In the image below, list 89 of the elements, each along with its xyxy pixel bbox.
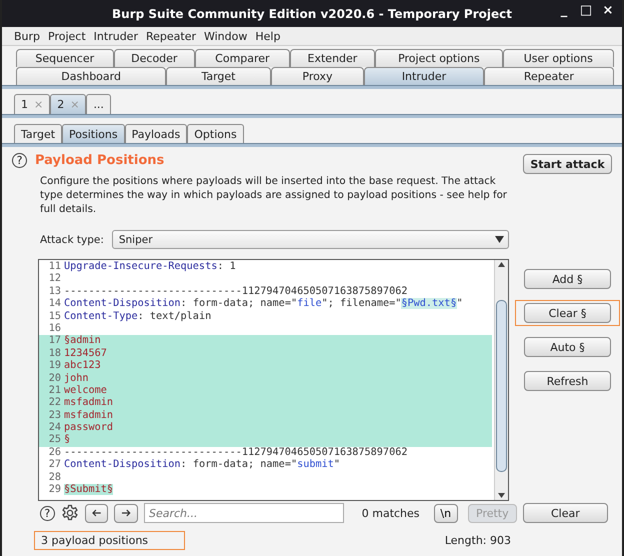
newline-button[interactable]: \n — [434, 504, 458, 522]
position-button[interactable]: Clear § — [524, 303, 611, 323]
line-number: 16 — [48, 322, 62, 336]
request-length: Length: 903 — [444, 534, 511, 547]
sub-tab[interactable]: Options — [187, 124, 244, 143]
tool-tab[interactable]: User options — [502, 49, 614, 67]
maximize-button[interactable]: □ — [576, 3, 596, 18]
line-number: 11 — [48, 261, 62, 273]
line-number: 22 — [48, 397, 62, 410]
minimize-button[interactable]: _ — [554, 3, 574, 18]
tool-tab[interactable]: Decoder — [114, 49, 196, 67]
window-title: Burp Suite Community Edition v2020.6 - Temporary Project — [112, 6, 512, 20]
description: Configure the positions where payloads will be inserted into the base request. The attack type determines the way in which payloads are assigned to payload positions - see help for full details. — [40, 175, 508, 217]
code-line: msfadmin — [64, 397, 114, 410]
line-number: 24 — [48, 422, 62, 434]
scroll-down-icon[interactable] — [495, 490, 508, 500]
position-button[interactable]: Add § — [524, 269, 611, 289]
code-line: § — [64, 434, 70, 447]
position-button[interactable]: Refresh — [524, 371, 611, 391]
code-line: -----------------------------112794704650507163875897062 — [64, 286, 408, 298]
line-number: 28 — [48, 472, 62, 484]
line-number: 18 — [48, 348, 62, 360]
menu-item[interactable]: Help — [255, 30, 280, 42]
request-editor[interactable] — [38, 259, 509, 501]
menu-item[interactable]: Project — [48, 30, 86, 42]
clear-button[interactable]: Clear — [522, 503, 608, 523]
tool-tab[interactable]: Extender — [290, 49, 376, 67]
scroll-up-icon[interactable] — [495, 260, 508, 270]
line-number: 25 — [48, 434, 62, 447]
menu-item[interactable]: Intruder — [94, 30, 138, 42]
menu-item[interactable]: Window — [204, 30, 248, 42]
help-icon[interactable]: ? — [12, 153, 27, 168]
line-number: 27 — [48, 459, 62, 472]
close-button[interactable]: × — [598, 3, 618, 18]
tool-tab[interactable]: Proxy — [270, 67, 364, 85]
code-line: abc123 — [64, 360, 101, 373]
settings-icon[interactable] — [60, 504, 79, 522]
line-number: 21 — [48, 384, 62, 397]
code-line: john — [64, 372, 89, 385]
line-number: 15 — [48, 310, 62, 323]
sub-tab[interactable]: Payloads — [124, 124, 188, 143]
code-line: Upgrade-Insecure-Requests: 1 — [64, 261, 236, 274]
tool-tab[interactable]: Sequencer — [16, 49, 114, 67]
code-line: 1234567 — [64, 348, 107, 360]
menu-item[interactable]: Repeater — [146, 30, 196, 42]
match-count: 0 matches — [362, 506, 420, 520]
code-line: password — [64, 422, 114, 434]
tool-tab[interactable]: Repeater — [484, 67, 614, 85]
code-line: msfadmin — [64, 410, 114, 422]
attack-tab[interactable]: 2 × — [50, 94, 86, 114]
tool-tab[interactable]: Target — [166, 67, 271, 85]
tool-tab[interactable]: Intruder — [364, 67, 484, 85]
payload-count: 3 payload positions — [34, 531, 186, 550]
forward-button[interactable] — [114, 504, 138, 522]
dropdown-arrow-icon — [495, 236, 504, 243]
tool-tab[interactable]: Comparer — [195, 49, 290, 67]
tool-tab[interactable]: Project options — [375, 49, 503, 67]
scrollbar[interactable] — [494, 260, 508, 500]
start-attack-button[interactable]: Start attack — [523, 154, 612, 174]
tool-tab[interactable]: Dashboard — [16, 67, 166, 85]
code-line: Content-Disposition: form-data; name="file"; filename="§Pwd.txt§" — [64, 298, 463, 311]
help-icon[interactable]: ? — [40, 506, 55, 520]
line-number: 12 — [48, 273, 62, 286]
left-arrow-icon — [92, 509, 102, 517]
attack-type-dropdown[interactable]: Sniper — [112, 230, 509, 249]
line-number: 29 — [48, 484, 62, 496]
line-number: 17 — [48, 335, 62, 348]
search-field[interactable]: Search... — [144, 503, 344, 523]
line-number: 23 — [48, 410, 62, 422]
code-line: Content-Disposition: form-data; name="submit" — [64, 459, 340, 472]
sub-tab[interactable]: Target — [14, 124, 62, 143]
line-number: 14 — [48, 298, 62, 311]
code-line: Content-Type: text/plain — [64, 310, 212, 323]
code-line: welcome — [64, 384, 107, 397]
menu-item[interactable]: Burp — [14, 30, 40, 42]
attack-type-label: Attack type: — [40, 234, 104, 246]
line-number: 26 — [48, 446, 62, 459]
line-number: 13 — [48, 286, 62, 298]
attack-tab[interactable]: ... — [86, 94, 111, 114]
right-arrow-icon — [121, 509, 131, 517]
sub-tab[interactable]: Positions — [62, 124, 125, 143]
section-title: Payload Positions — [35, 153, 164, 168]
code-line: §admin — [64, 335, 101, 348]
attack-tab[interactable]: 1 × — [14, 94, 50, 114]
back-button[interactable] — [84, 504, 108, 522]
line-number: 20 — [48, 372, 62, 385]
position-button[interactable]: Auto § — [524, 337, 611, 357]
code-line: -----------------------------112794704650507163875897062 — [64, 446, 408, 459]
line-number: 19 — [48, 360, 62, 373]
